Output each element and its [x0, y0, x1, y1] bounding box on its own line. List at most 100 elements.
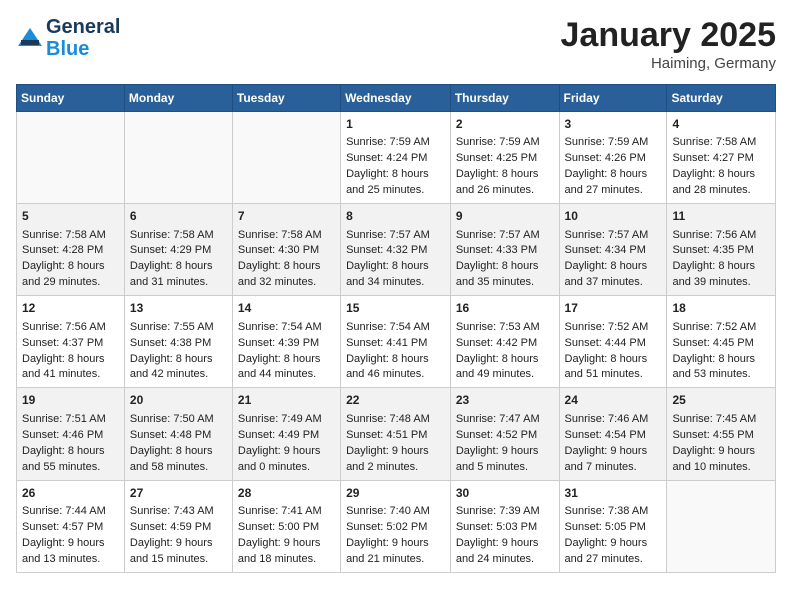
cell-info: and 2 minutes. [346, 460, 445, 476]
cell-info: Sunrise: 7:56 AM [672, 228, 770, 244]
page-header: General Blue January 2025 Haiming, Germa… [16, 16, 776, 72]
cell-info: and 31 minutes. [130, 275, 227, 291]
cell-info: Sunset: 4:35 PM [672, 243, 770, 259]
cell-info: Sunset: 4:46 PM [22, 428, 119, 444]
calendar-cell: 12Sunrise: 7:56 AMSunset: 4:37 PMDayligh… [17, 296, 125, 388]
cell-info: and 24 minutes. [456, 552, 554, 568]
calendar-cell: 9 Sunrise: 7:57 AMSunset: 4:33 PMDaylight… [450, 204, 559, 296]
cell-info: and 51 minutes. [565, 367, 662, 383]
day-number: 7 [238, 208, 335, 225]
calendar-cell: 1Sunrise: 7:59 AMSunset: 4:24 PMDaylight… [341, 112, 451, 204]
calendar-cell: 21Sunrise: 7:49 AMSunset: 4:49 PMDayligh… [232, 388, 340, 480]
cell-info: Sunset: 4:59 PM [130, 520, 227, 536]
calendar-week-4: 19Sunrise: 7:51 AMSunset: 4:46 PMDayligh… [17, 388, 776, 480]
cell-info: Sunset: 4:44 PM [565, 336, 662, 352]
calendar-header-row: SundayMondayTuesdayWednesdayThursdayFrid… [17, 85, 776, 112]
calendar-week-2: 5Sunrise: 7:58 AMSunset: 4:28 PMDaylight… [17, 204, 776, 296]
cell-info: and 27 minutes. [565, 183, 662, 199]
cell-info: Daylight: 8 hours [22, 444, 119, 460]
cell-info: and 5 minutes. [456, 460, 554, 476]
cell-info: Sunset: 4:29 PM [130, 243, 227, 259]
cell-info: and 25 minutes. [346, 183, 445, 199]
cell-info: Sunset: 4:41 PM [346, 336, 445, 352]
cell-info: and 29 minutes. [22, 275, 119, 291]
cell-info: Daylight: 8 hours [130, 352, 227, 368]
calendar-cell: 17Sunrise: 7:52 AMSunset: 4:44 PMDayligh… [559, 296, 667, 388]
cell-info: Daylight: 9 hours [346, 444, 445, 460]
cell-info: Sunrise: 7:56 AM [22, 320, 119, 336]
cell-info: Daylight: 9 hours [22, 536, 119, 552]
calendar-cell: 16Sunrise: 7:53 AMSunset: 4:42 PMDayligh… [450, 296, 559, 388]
logo-icon [16, 24, 44, 52]
calendar-week-3: 12Sunrise: 7:56 AMSunset: 4:37 PMDayligh… [17, 296, 776, 388]
cell-info: Sunrise: 7:41 AM [238, 504, 335, 520]
title-block: January 2025 Haiming, Germany [561, 16, 777, 72]
cell-info: Daylight: 9 hours [346, 536, 445, 552]
cell-info: Daylight: 9 hours [238, 536, 335, 552]
cell-info: and 0 minutes. [238, 460, 335, 476]
day-number: 19 [22, 392, 119, 409]
cell-info: Sunset: 4:33 PM [456, 243, 554, 259]
day-number: 2 [456, 116, 554, 133]
day-header-monday: Monday [124, 85, 232, 112]
cell-info: Sunset: 4:26 PM [565, 151, 662, 167]
cell-info: Sunset: 4:51 PM [346, 428, 445, 444]
cell-info: Sunset: 4:42 PM [456, 336, 554, 352]
calendar-cell: 29Sunrise: 7:40 AMSunset: 5:02 PMDayligh… [341, 480, 451, 572]
day-number: 24 [565, 392, 662, 409]
cell-info: Sunrise: 7:55 AM [130, 320, 227, 336]
cell-info: Daylight: 9 hours [565, 444, 662, 460]
day-header-tuesday: Tuesday [232, 85, 340, 112]
cell-info: and 21 minutes. [346, 552, 445, 568]
cell-info: Daylight: 8 hours [130, 444, 227, 460]
cell-info: Daylight: 8 hours [456, 259, 554, 275]
cell-info: Sunrise: 7:57 AM [346, 228, 445, 244]
calendar-cell: 14Sunrise: 7:54 AMSunset: 4:39 PMDayligh… [232, 296, 340, 388]
calendar-cell: 2Sunrise: 7:59 AMSunset: 4:25 PMDaylight… [450, 112, 559, 204]
calendar-cell: 13Sunrise: 7:55 AMSunset: 4:38 PMDayligh… [124, 296, 232, 388]
cell-info: Daylight: 9 hours [238, 444, 335, 460]
calendar-cell: 5Sunrise: 7:58 AMSunset: 4:28 PMDaylight… [17, 204, 125, 296]
cell-info: Daylight: 8 hours [672, 352, 770, 368]
cell-info: Daylight: 8 hours [456, 352, 554, 368]
cell-info: Sunrise: 7:39 AM [456, 504, 554, 520]
cell-info: Sunset: 5:05 PM [565, 520, 662, 536]
day-number: 25 [672, 392, 770, 409]
cell-info: Daylight: 9 hours [456, 536, 554, 552]
calendar-cell: 18Sunrise: 7:52 AMSunset: 4:45 PMDayligh… [667, 296, 776, 388]
cell-info: Daylight: 8 hours [346, 352, 445, 368]
day-header-friday: Friday [559, 85, 667, 112]
cell-info: and 34 minutes. [346, 275, 445, 291]
cell-info: and 15 minutes. [130, 552, 227, 568]
day-number: 18 [672, 300, 770, 317]
cell-info: Sunset: 4:30 PM [238, 243, 335, 259]
day-number: 12 [22, 300, 119, 317]
day-number: 30 [456, 485, 554, 502]
day-number: 29 [346, 485, 445, 502]
cell-info: Sunrise: 7:59 AM [565, 135, 662, 151]
cell-info: Daylight: 9 hours [565, 536, 662, 552]
cell-info: Sunset: 4:38 PM [130, 336, 227, 352]
cell-info: Sunrise: 7:57 AM [456, 228, 554, 244]
cell-info: Sunset: 4:32 PM [346, 243, 445, 259]
cell-info: and 58 minutes. [130, 460, 227, 476]
cell-info: Sunrise: 7:45 AM [672, 412, 770, 428]
cell-info: and 49 minutes. [456, 367, 554, 383]
cell-info: Sunrise: 7:54 AM [238, 320, 335, 336]
cell-info: Sunset: 4:45 PM [672, 336, 770, 352]
calendar-cell: 11Sunrise: 7:56 AMSunset: 4:35 PMDayligh… [667, 204, 776, 296]
calendar-cell: 3Sunrise: 7:59 AMSunset: 4:26 PMDaylight… [559, 112, 667, 204]
day-number: 21 [238, 392, 335, 409]
day-number: 9 [456, 208, 554, 225]
calendar-table: SundayMondayTuesdayWednesdayThursdayFrid… [16, 84, 776, 573]
calendar-cell: 6Sunrise: 7:58 AMSunset: 4:29 PMDaylight… [124, 204, 232, 296]
calendar-cell [232, 112, 340, 204]
cell-info: and 28 minutes. [672, 183, 770, 199]
calendar-cell: 20Sunrise: 7:50 AMSunset: 4:48 PMDayligh… [124, 388, 232, 480]
day-number: 20 [130, 392, 227, 409]
cell-info: Sunset: 5:02 PM [346, 520, 445, 536]
calendar-cell: 30Sunrise: 7:39 AMSunset: 5:03 PMDayligh… [450, 480, 559, 572]
day-number: 26 [22, 485, 119, 502]
cell-info: Daylight: 8 hours [456, 167, 554, 183]
day-number: 6 [130, 208, 227, 225]
